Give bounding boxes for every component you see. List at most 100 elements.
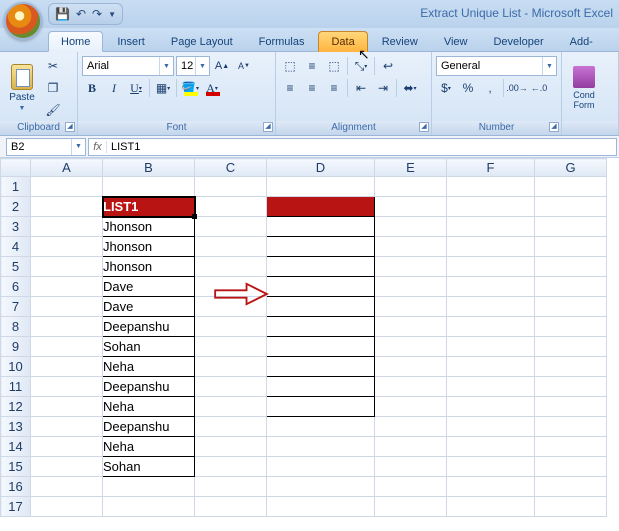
cell-D6[interactable]	[267, 277, 375, 297]
font-name-combo[interactable]: Arial▼	[82, 56, 174, 76]
tab-data[interactable]: Data ↖	[318, 31, 367, 52]
cell-A15[interactable]	[31, 457, 103, 477]
cell-D1[interactable]	[267, 177, 375, 197]
cell-B7[interactable]: Dave	[103, 297, 195, 317]
format-painter-button[interactable]: 🖌	[43, 100, 63, 120]
cell-F4[interactable]	[447, 237, 535, 257]
column-header-g[interactable]: G	[535, 159, 607, 177]
cell-C7[interactable]	[195, 297, 267, 317]
align-middle-button[interactable]: ≡	[302, 56, 322, 76]
cell-F9[interactable]	[447, 337, 535, 357]
row-header-13[interactable]: 13	[1, 417, 31, 437]
cell-D9[interactable]	[267, 337, 375, 357]
conditional-formatting-button[interactable]: Cond Form	[566, 57, 602, 119]
row-header-4[interactable]: 4	[1, 237, 31, 257]
undo-icon[interactable]: ↶	[76, 7, 86, 21]
cell-A4[interactable]	[31, 237, 103, 257]
row-header-6[interactable]: 6	[1, 277, 31, 297]
cell-G12[interactable]	[535, 397, 607, 417]
decrease-indent-button[interactable]: ⇤	[351, 78, 371, 98]
cell-F11[interactable]	[447, 377, 535, 397]
tab-developer[interactable]: Developer	[481, 32, 555, 51]
row-header-10[interactable]: 10	[1, 357, 31, 377]
cell-E15[interactable]	[375, 457, 447, 477]
select-all-button[interactable]	[1, 159, 31, 177]
dialog-launcher-icon[interactable]: ◢	[419, 122, 429, 132]
cell-G9[interactable]	[535, 337, 607, 357]
cell-G3[interactable]	[535, 217, 607, 237]
cell-G1[interactable]	[535, 177, 607, 197]
cell-E14[interactable]	[375, 437, 447, 457]
cell-D14[interactable]	[267, 437, 375, 457]
cell-A13[interactable]	[31, 417, 103, 437]
cell-E9[interactable]	[375, 337, 447, 357]
cell-A3[interactable]	[31, 217, 103, 237]
cell-A10[interactable]	[31, 357, 103, 377]
cell-D3[interactable]	[267, 217, 375, 237]
cell-D10[interactable]	[267, 357, 375, 377]
cell-A2[interactable]	[31, 197, 103, 217]
cell-A17[interactable]	[31, 497, 103, 517]
cell-A6[interactable]	[31, 277, 103, 297]
number-format-combo[interactable]: General▼	[436, 56, 557, 76]
cell-C9[interactable]	[195, 337, 267, 357]
cell-B14[interactable]: Neha	[103, 437, 195, 457]
align-center-button[interactable]: ≡	[302, 78, 322, 98]
cell-D17[interactable]	[267, 497, 375, 517]
row-header-8[interactable]: 8	[1, 317, 31, 337]
cell-B2[interactable]: LIST1	[103, 197, 195, 217]
copy-button[interactable]: ❐	[43, 78, 63, 98]
tab-formulas[interactable]: Formulas	[247, 32, 317, 51]
cell-E11[interactable]	[375, 377, 447, 397]
cell-G14[interactable]	[535, 437, 607, 457]
row-header-9[interactable]: 9	[1, 337, 31, 357]
cell-D16[interactable]	[267, 477, 375, 497]
cell-E12[interactable]	[375, 397, 447, 417]
cell-A9[interactable]	[31, 337, 103, 357]
cell-B15[interactable]: Sohan	[103, 457, 195, 477]
row-header-15[interactable]: 15	[1, 457, 31, 477]
formula-input[interactable]	[107, 141, 616, 153]
cell-F14[interactable]	[447, 437, 535, 457]
cell-G8[interactable]	[535, 317, 607, 337]
cell-F7[interactable]	[447, 297, 535, 317]
cell-B12[interactable]: Neha	[103, 397, 195, 417]
cell-E17[interactable]	[375, 497, 447, 517]
cell-G4[interactable]	[535, 237, 607, 257]
cell-C8[interactable]	[195, 317, 267, 337]
cell-C4[interactable]	[195, 237, 267, 257]
cell-C12[interactable]	[195, 397, 267, 417]
cell-E2[interactable]	[375, 197, 447, 217]
cell-B16[interactable]	[103, 477, 195, 497]
fill-color-button[interactable]: 🪣▾	[180, 78, 200, 98]
font-color-button[interactable]: A▾	[202, 78, 222, 98]
cell-D11[interactable]	[267, 377, 375, 397]
cell-C17[interactable]	[195, 497, 267, 517]
cell-A12[interactable]	[31, 397, 103, 417]
cell-B13[interactable]: Deepanshu	[103, 417, 195, 437]
shrink-font-button[interactable]: A▼	[234, 56, 254, 76]
cell-G11[interactable]	[535, 377, 607, 397]
cell-A1[interactable]	[31, 177, 103, 197]
cell-D13[interactable]	[267, 417, 375, 437]
cell-A5[interactable]	[31, 257, 103, 277]
orientation-button[interactable]: ⤡▾	[351, 56, 371, 76]
increase-decimal-button[interactable]: .00→	[507, 78, 527, 98]
cell-B4[interactable]: Jhonson	[103, 237, 195, 257]
row-header-5[interactable]: 5	[1, 257, 31, 277]
cell-E16[interactable]	[375, 477, 447, 497]
align-right-button[interactable]: ≡	[324, 78, 344, 98]
cell-B11[interactable]: Deepanshu	[103, 377, 195, 397]
cell-F5[interactable]	[447, 257, 535, 277]
percent-button[interactable]: %	[458, 78, 478, 98]
office-button[interactable]	[4, 2, 42, 40]
row-header-11[interactable]: 11	[1, 377, 31, 397]
cell-B5[interactable]: Jhonson	[103, 257, 195, 277]
italic-button[interactable]: I	[104, 78, 124, 98]
column-header-f[interactable]: F	[447, 159, 535, 177]
cell-E10[interactable]	[375, 357, 447, 377]
cell-B17[interactable]	[103, 497, 195, 517]
comma-button[interactable]: ,	[480, 78, 500, 98]
cell-E6[interactable]	[375, 277, 447, 297]
cut-button[interactable]: ✂	[43, 56, 63, 76]
